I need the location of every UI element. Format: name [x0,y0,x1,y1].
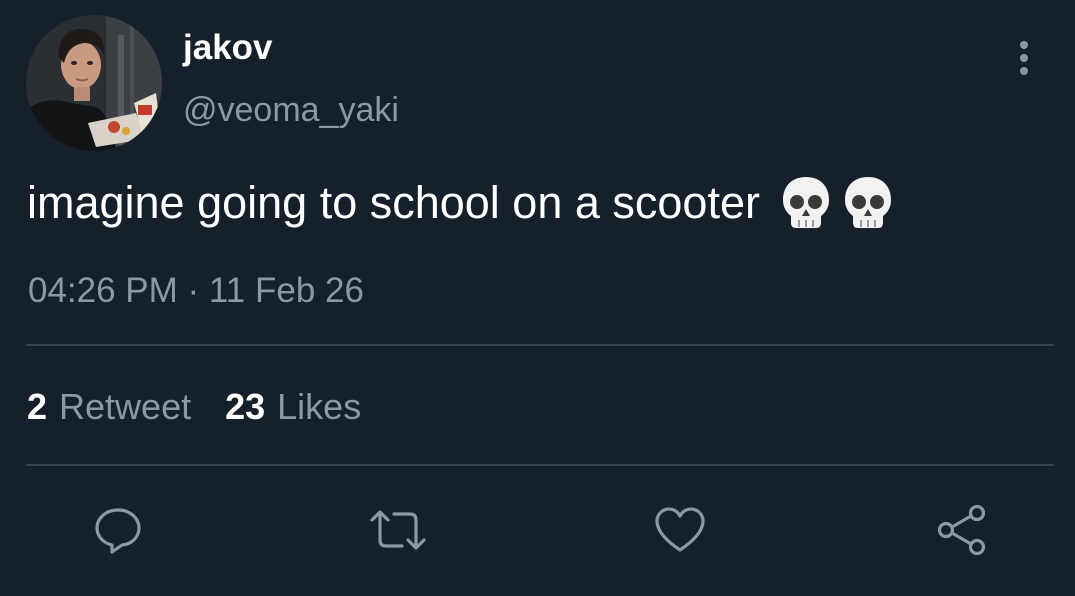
tweet-text: imagine going to school on a scooter [27,174,894,232]
tweet-card: jakov @veoma_yaki imagine going to schoo… [0,0,1075,596]
likes-stat[interactable]: 23 Likes [225,384,361,430]
more-options-button[interactable] [1008,38,1040,80]
retweet-icon [370,510,426,550]
tweet-body: imagine going to school on a scooter [27,177,760,228]
like-button[interactable] [650,500,710,560]
author-display-name[interactable]: jakov [183,26,273,70]
author-handle[interactable]: @veoma_yaki [183,88,399,132]
share-button[interactable] [932,500,992,560]
retweet-button[interactable] [368,500,428,560]
tweet-stats: 2 Retweet 23 Likes [27,384,395,430]
reply-icon [95,508,141,554]
avatar-photo [26,15,162,151]
avatar[interactable] [26,15,162,151]
heart-icon [655,507,705,552]
skull-emoji-icon [782,177,829,228]
divider [26,464,1054,466]
likes-count: 23 [225,386,266,427]
retweet-count: 2 [27,386,48,427]
skull-emoji-icon [844,177,891,228]
tweet-timestamp[interactable]: 04:26 PM · 11 Feb 26 [28,268,364,314]
retweet-label: Retweet [59,386,192,427]
retweet-stat[interactable]: 2 Retweet [27,384,191,430]
share-icon [937,504,986,556]
reply-button[interactable] [88,500,148,560]
divider [26,344,1054,346]
likes-label: Likes [277,386,362,427]
more-vertical-icon [1020,41,1028,75]
